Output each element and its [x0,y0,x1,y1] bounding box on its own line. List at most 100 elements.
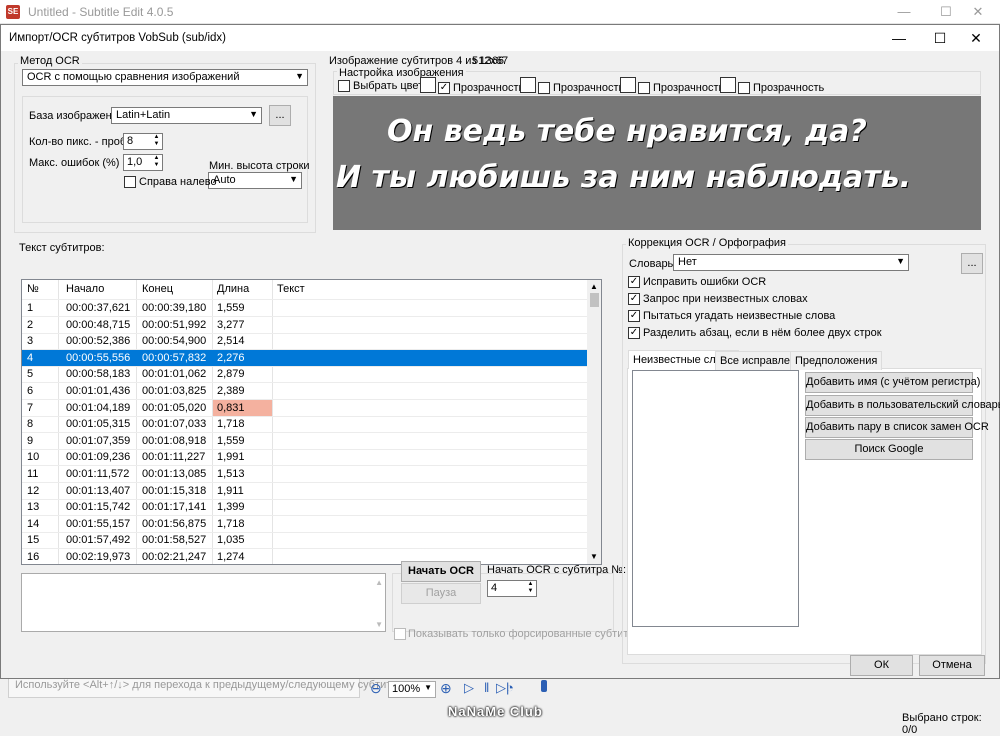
table-row[interactable]: 3 00:00:52,386 00:00:54,900 2,514 [22,333,587,349]
zoom-in-icon[interactable]: ⊕ [440,680,452,697]
cancel-button[interactable]: Отмена [919,655,985,676]
dialog-close-button[interactable]: ✕ [957,28,995,48]
cell-end: 00:00:57,832 [142,351,207,364]
table-row[interactable]: 13 00:01:15,742 00:01:17,141 1,399 [22,499,587,515]
app-maximize-button[interactable]: ☐ [930,2,962,22]
start-from-value: 4 [491,582,498,594]
table-row[interactable]: 7 00:01:04,189 00:01:05,020 0,831 [22,399,587,416]
image-settings-label: Настройка изображения [337,67,466,79]
cell-start: 00:01:09,236 [66,451,131,464]
column-header-end[interactable]: Конец [142,283,173,295]
rows-selected-status: Выбрано строк: 0/0 [902,712,982,736]
min-line-height-select[interactable]: Auto ▼ [208,172,302,189]
rtl-checkbox[interactable] [124,176,136,188]
cell-end: 00:01:01,062 [142,368,207,381]
cell-len: 1,911 [217,484,244,497]
column-header-start[interactable]: Начало [66,283,104,295]
scrollbar-thumb[interactable] [590,293,599,307]
speed-icon[interactable]: ◔ [506,680,514,695]
cell-end: 00:01:07,033 [142,418,207,431]
column-header-text[interactable]: Текст [277,283,305,295]
table-row[interactable]: 11 00:01:11,572 00:01:13,085 1,513 [22,466,587,482]
app-minimize-button[interactable]: — [888,2,920,22]
color-swatch-1[interactable] [420,77,436,93]
color-swatch-4[interactable] [720,77,736,93]
chevron-down-icon: ▼ [295,71,304,81]
prompt-unknown-words-label: Запрос при неизвестных словах [643,293,808,305]
ok-button[interactable]: ОК [850,655,913,676]
table-row[interactable]: 1 00:00:37,621 00:00:39,180 1,559 [22,300,587,316]
cell-len: 1,559 [217,434,245,447]
tab-guesses[interactable]: Предположения [790,351,883,370]
cell-start: 00:01:57,492 [66,534,131,547]
scroll-up-icon[interactable]: ▲ [590,282,598,291]
transparency-checkbox-3[interactable] [638,82,650,94]
table-row[interactable]: 10 00:01:09,236 00:01:11,227 1,991 [22,449,587,465]
table-row[interactable]: 16 00:02:19,973 00:02:21,247 1,274 [22,549,587,564]
unknown-words-list[interactable] [632,370,799,627]
add-user-dictionary-button[interactable]: Добавить в пользовательский словарь [805,395,1000,416]
spinner-arrows-icon[interactable]: ▲ ▼ [152,134,161,148]
table-row[interactable]: 8 00:01:05,315 00:01:07,033 1,718 [22,416,587,432]
dialog-maximize-button[interactable]: ☐ [921,28,959,48]
correction-label: Коррекция OCR / Орфография [626,237,789,249]
spinner-arrows-icon[interactable]: ▲ ▼ [152,155,161,169]
subtitle-text-box[interactable]: ▲ ▼ [21,573,386,632]
zoom-out-icon[interactable]: ⊖ [370,680,382,697]
dialog-minimize-button[interactable]: — [880,28,918,48]
ocr-method-select[interactable]: OCR с помощью сравнения изображений ▼ [22,69,308,86]
chevron-down-icon: ▼ [896,256,905,266]
app-title: Untitled - Subtitle Edit 4.0.5 [28,5,174,19]
pause-button[interactable]: Пауза [401,583,481,604]
zoom-select[interactable]: 100% ▼ [388,681,436,698]
transparency-checkbox-2[interactable] [538,82,550,94]
scroll-up-icon[interactable]: ▲ [375,578,383,587]
table-row[interactable]: 12 00:01:13,407 00:01:15,318 1,911 [22,483,587,499]
google-search-button[interactable]: Поиск Google [805,439,973,460]
scroll-down-icon[interactable]: ▼ [590,552,598,561]
cell-len: 1,035 [217,534,245,547]
transparency-label-2: Прозрачность [553,82,625,94]
start-ocr-button[interactable]: Начать OCR [401,561,481,582]
dialog-title: Импорт/OCR субтитров VobSub (sub/idx) [9,32,227,44]
table-row[interactable]: 14 00:01:55,157 00:01:56,875 1,718 [22,516,587,532]
color-swatch-3[interactable] [620,77,636,93]
column-header-length[interactable]: Длина [217,283,249,295]
pixels-space-input[interactable]: 8 ▲ ▼ [123,133,163,150]
transparency-checkbox-4[interactable] [738,82,750,94]
cell-n: 3 [27,335,34,348]
max-errors-input[interactable]: 1,0 ▲ ▼ [123,154,163,171]
pause-icon[interactable]: ‖ [484,680,489,695]
zoom-value: 100% [392,683,421,695]
start-from-input[interactable]: 4 ▲ ▼ [487,580,537,597]
scroll-down-icon[interactable]: ▼ [375,620,383,629]
prompt-unknown-words-checkbox[interactable]: ✓ [628,293,640,305]
dictionary-select[interactable]: Нет ▼ [673,254,909,271]
play-icon[interactable]: ▷ [464,680,474,696]
image-db-select[interactable]: Latin+Latin ▼ [111,107,262,124]
table-row[interactable]: 4 00:00:55,556 00:00:57,832 2,276 [22,349,587,366]
ocr-dialog: Импорт/OCR субтитров VobSub (sub/idx) — … [0,24,1000,679]
app-close-button[interactable]: ✕ [962,2,994,22]
image-db-browse-button[interactable]: ... [269,105,291,126]
table-row[interactable]: 2 00:00:48,715 00:00:51,992 3,277 [22,317,587,333]
add-ocr-replace-pair-button[interactable]: Добавить пару в список замен OCR [805,417,989,438]
dictionary-browse-button[interactable]: ... [961,253,983,274]
table-row[interactable]: 5 00:00:58,183 00:01:01,062 2,879 [22,366,587,382]
column-header-number[interactable]: № [27,283,39,295]
add-name-button[interactable]: Добавить имя (с учётом регистра) [805,372,980,393]
table-row[interactable]: 15 00:01:57,492 00:01:58,527 1,035 [22,532,587,548]
split-paragraph-checkbox[interactable]: ✓ [628,327,640,339]
forced-only-checkbox[interactable] [394,628,406,640]
transparency-checkbox-1[interactable]: ✓ [438,82,450,94]
table-row[interactable]: 6 00:01:01,436 00:01:03,825 2,389 [22,383,587,399]
pick-color-checkbox[interactable] [338,80,350,92]
cell-n: 14 [27,517,40,530]
guess-unknown-words-checkbox[interactable]: ✓ [628,310,640,322]
volume-slider-handle[interactable] [541,680,547,692]
spinner-arrows-icon[interactable]: ▲ ▼ [526,581,535,595]
fix-ocr-errors-checkbox[interactable]: ✓ [628,276,640,288]
table-scrollbar[interactable]: ▲ ▼ [587,280,601,564]
table-row[interactable]: 9 00:01:07,359 00:01:08,918 1,559 [22,433,587,449]
color-swatch-2[interactable] [520,77,536,93]
